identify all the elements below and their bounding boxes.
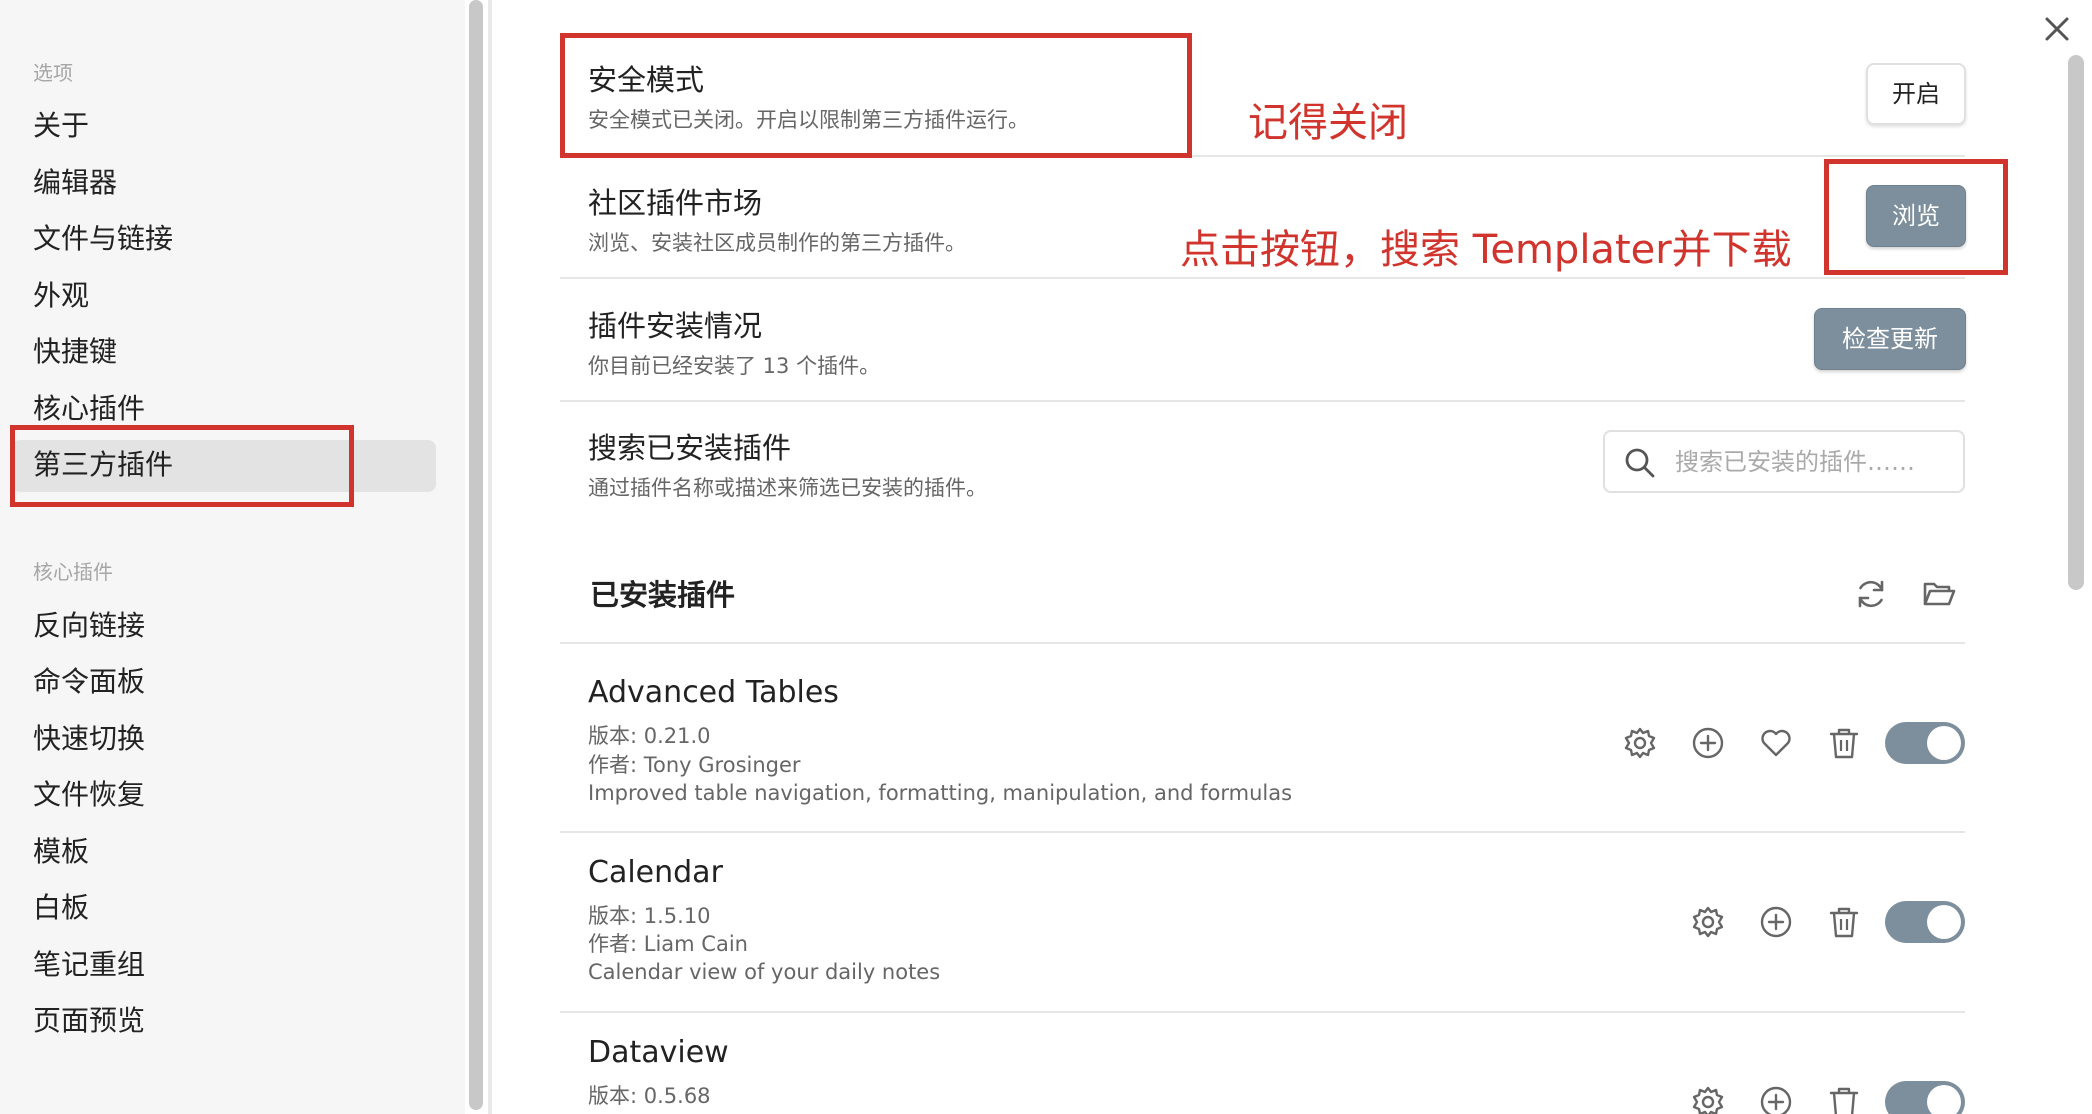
main-scrollbar[interactable]: [2068, 55, 2084, 590]
community-market-desc: 浏览、安装社区成员制作的第三方插件。: [588, 231, 966, 255]
sidebar-scrollbar[interactable]: [469, 0, 483, 1110]
annotation-box-browse: [1824, 159, 2008, 275]
annotation-box-safe-mode: [560, 33, 1192, 158]
gear-icon[interactable]: [1622, 725, 1658, 761]
search-input[interactable]: [1675, 440, 1955, 484]
reload-icon[interactable]: [1853, 576, 1889, 612]
sidebar-item-note-composer[interactable]: 笔记重组: [33, 945, 145, 985]
gear-icon[interactable]: [1690, 904, 1726, 940]
divider: [560, 831, 1965, 833]
gear-icon[interactable]: [1690, 1084, 1726, 1114]
folder-open-icon[interactable]: [1921, 576, 1957, 612]
toggle-knob: [1927, 726, 1961, 760]
divider: [560, 642, 1965, 644]
trash-icon[interactable]: [1826, 904, 1862, 940]
toggle-knob: [1927, 1085, 1961, 1114]
panel-divider: [488, 0, 492, 1114]
plugin-toggle[interactable]: [1885, 722, 1965, 764]
plugin-name: Advanced Tables: [588, 675, 839, 710]
sidebar-item-files-links[interactable]: 文件与链接: [33, 219, 173, 259]
sidebar-item-templates[interactable]: 模板: [33, 832, 89, 872]
plugin-status-desc: 你目前已经安装了 13 个插件。: [588, 354, 881, 378]
sidebar-item-backlinks[interactable]: 反向链接: [33, 606, 145, 646]
plugin-version: 版本: 1.5.10: [588, 904, 711, 928]
toggle-knob: [1927, 905, 1961, 939]
sidebar-item-file-recovery[interactable]: 文件恢复: [33, 775, 145, 815]
add-circle-icon[interactable]: [1758, 904, 1794, 940]
divider: [560, 1011, 1965, 1013]
annotation-remember-close: 记得关闭: [1248, 100, 1408, 146]
divider: [560, 277, 1965, 279]
plugin-status-title: 插件安装情况: [588, 309, 763, 343]
divider: [560, 400, 1965, 402]
sidebar-item-page-preview[interactable]: 页面预览: [33, 1001, 145, 1041]
safe-mode-button[interactable]: 开启: [1866, 63, 1966, 125]
annotation-box-community-plugins: [10, 425, 354, 507]
search-icon: [1625, 448, 1655, 478]
plugin-toggle[interactable]: [1885, 901, 1965, 943]
sidebar-item-core-plugins[interactable]: 核心插件: [33, 389, 145, 429]
sidebar-item-appearance[interactable]: 外观: [33, 276, 89, 316]
sidebar-item-editor[interactable]: 编辑器: [33, 163, 117, 203]
sidebar-item-command-palette[interactable]: 命令面板: [33, 662, 145, 702]
search-box[interactable]: [1603, 430, 1965, 493]
plugin-author: 作者: Tony Grosinger: [588, 753, 801, 777]
trash-icon[interactable]: [1826, 1084, 1862, 1114]
heart-icon[interactable]: [1758, 725, 1794, 761]
trash-icon[interactable]: [1826, 725, 1862, 761]
plugin-version: 版本: 0.21.0: [588, 724, 711, 748]
plugin-description: Improved table navigation, formatting, m…: [588, 781, 1293, 805]
annotation-click-search: 点击按钮，搜索 Templater并下载: [1180, 227, 1792, 273]
plugin-version: 版本: 0.5.68: [588, 1084, 711, 1108]
settings-sidebar: 选项 关于 编辑器 文件与链接 外观 快捷键 核心插件 第三方插件 核心插件 反…: [0, 0, 465, 1114]
core-plugins-heading: 核心插件: [33, 560, 113, 584]
check-updates-button[interactable]: 检查更新: [1814, 308, 1966, 370]
sidebar-item-canvas[interactable]: 白板: [33, 888, 89, 928]
add-circle-icon[interactable]: [1690, 725, 1726, 761]
plugin-name: Calendar: [588, 855, 723, 890]
close-icon[interactable]: [2040, 12, 2074, 46]
options-heading: 选项: [33, 61, 73, 85]
search-installed-desc: 通过插件名称或描述来筛选已安装的插件。: [588, 476, 987, 500]
search-installed-title: 搜索已安装插件: [588, 431, 792, 465]
plugin-toggle[interactable]: [1885, 1081, 1965, 1114]
sidebar-item-about[interactable]: 关于: [33, 106, 89, 146]
add-circle-icon[interactable]: [1758, 1084, 1794, 1114]
sidebar-item-hotkeys[interactable]: 快捷键: [33, 332, 117, 372]
plugin-author: 作者: Liam Cain: [588, 932, 748, 956]
community-market-title: 社区插件市场: [588, 186, 763, 220]
sidebar-item-quick-switcher[interactable]: 快速切换: [33, 719, 145, 759]
plugin-description: Calendar view of your daily notes: [588, 960, 941, 984]
plugin-name: Dataview: [588, 1035, 729, 1070]
installed-plugins-title: 已安装插件: [590, 578, 736, 612]
